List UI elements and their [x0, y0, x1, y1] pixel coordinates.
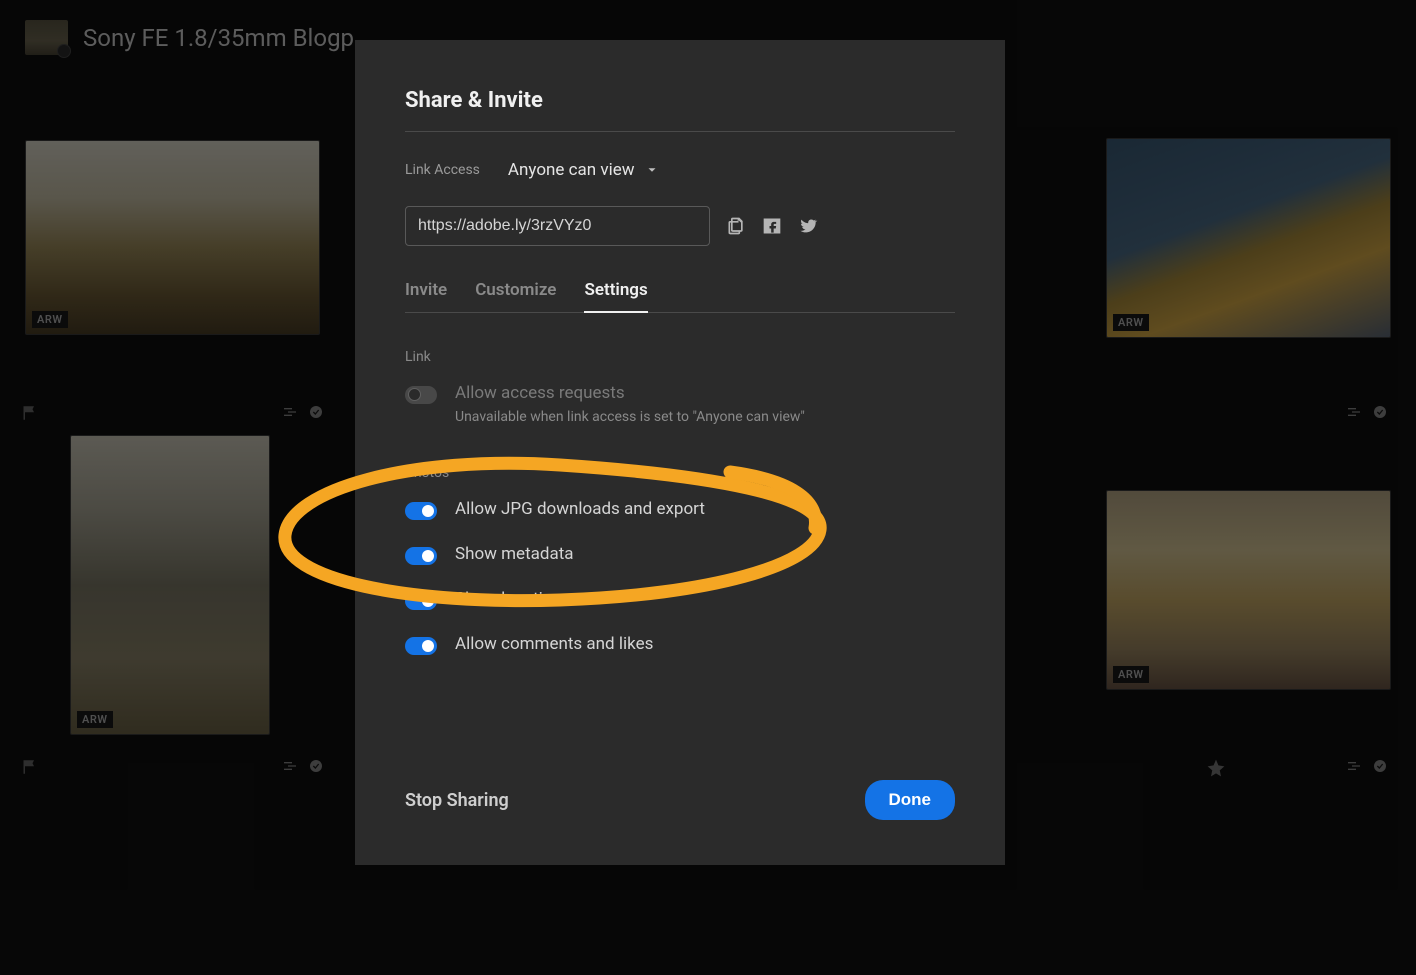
toggle-access-requests: [405, 386, 437, 404]
page-title: Sony FE 1.8/35mm Blogp...: [83, 24, 373, 52]
divider: [405, 131, 955, 132]
tab-customize[interactable]: Customize: [475, 280, 556, 312]
setting-access-requests-sub: Unavailable when link access is set to "…: [455, 409, 805, 425]
setting-metadata-label: Show metadata: [455, 544, 574, 564]
setting-jpg-downloads: Allow JPG downloads and export: [405, 499, 955, 520]
sync-status-icon[interactable]: [308, 758, 324, 774]
file-type-badge: ARW: [77, 711, 113, 728]
link-access-row: Link Access Anyone can view: [405, 160, 955, 180]
file-type-badge: ARW: [1113, 314, 1149, 331]
setting-jpg-label: Allow JPG downloads and export: [455, 499, 705, 519]
section-link-label: Link: [405, 349, 955, 365]
sliders-icon[interactable]: [282, 758, 298, 774]
tab-settings[interactable]: Settings: [584, 280, 647, 312]
modal-footer: Stop Sharing Done: [405, 780, 955, 820]
link-access-value: Anyone can view: [508, 160, 635, 180]
stop-sharing-button[interactable]: Stop Sharing: [405, 790, 509, 811]
twitter-icon[interactable]: [798, 216, 818, 236]
modal-title: Share & Invite: [405, 88, 955, 113]
sync-status-icon[interactable]: [1372, 758, 1388, 774]
thumb-flag-left[interactable]: [22, 758, 40, 776]
file-type-badge: ARW: [1113, 666, 1149, 683]
toggle-metadata[interactable]: [405, 547, 437, 565]
tab-invite[interactable]: Invite: [405, 280, 447, 312]
share-invite-modal: Share & Invite Link Access Anyone can vi…: [355, 40, 1005, 865]
photo-thumbnail[interactable]: ARW: [70, 435, 270, 735]
thumb-flag-left[interactable]: [22, 404, 40, 422]
sync-status-icon[interactable]: [308, 404, 324, 420]
sliders-icon[interactable]: [282, 404, 298, 420]
thumb-actions: [282, 404, 324, 420]
setting-location-label: Show location: [455, 589, 562, 609]
clipboard-icon[interactable]: [726, 216, 746, 236]
setting-metadata: Show metadata: [405, 544, 955, 565]
sync-status-icon[interactable]: [1372, 404, 1388, 420]
collection-thumbnail: [25, 20, 68, 55]
section-photos-label: Photos: [405, 465, 955, 481]
chevron-down-icon: [645, 163, 659, 177]
photo-thumbnail[interactable]: ARW: [25, 140, 320, 335]
thumb-star[interactable]: [1206, 758, 1226, 778]
thumb-actions: [1346, 404, 1388, 420]
link-access-select[interactable]: Anyone can view: [508, 160, 659, 180]
setting-location: Show location: [405, 589, 955, 610]
share-url-input[interactable]: [405, 206, 710, 246]
toggle-location[interactable]: [405, 592, 437, 610]
page-header: Sony FE 1.8/35mm Blogp...: [25, 20, 373, 55]
toggle-jpg-downloads[interactable]: [405, 502, 437, 520]
file-type-badge: ARW: [32, 311, 68, 328]
modal-tabs: Invite Customize Settings: [405, 280, 955, 313]
link-access-label: Link Access: [405, 162, 480, 178]
setting-access-requests: Allow access requests Unavailable when l…: [405, 383, 955, 425]
share-url-row: [405, 206, 955, 246]
done-button[interactable]: Done: [865, 780, 956, 820]
photo-thumbnail[interactable]: ARW: [1106, 490, 1391, 690]
thumb-actions: [1346, 758, 1388, 774]
sliders-icon[interactable]: [1346, 758, 1362, 774]
toggle-comments[interactable]: [405, 637, 437, 655]
setting-comments: Allow comments and likes: [405, 634, 955, 655]
setting-comments-label: Allow comments and likes: [455, 634, 653, 654]
thumb-actions: [282, 758, 324, 774]
setting-access-requests-label: Allow access requests: [455, 383, 805, 403]
facebook-icon[interactable]: [762, 216, 782, 236]
photo-thumbnail[interactable]: ARW: [1106, 138, 1391, 338]
sliders-icon[interactable]: [1346, 404, 1362, 420]
